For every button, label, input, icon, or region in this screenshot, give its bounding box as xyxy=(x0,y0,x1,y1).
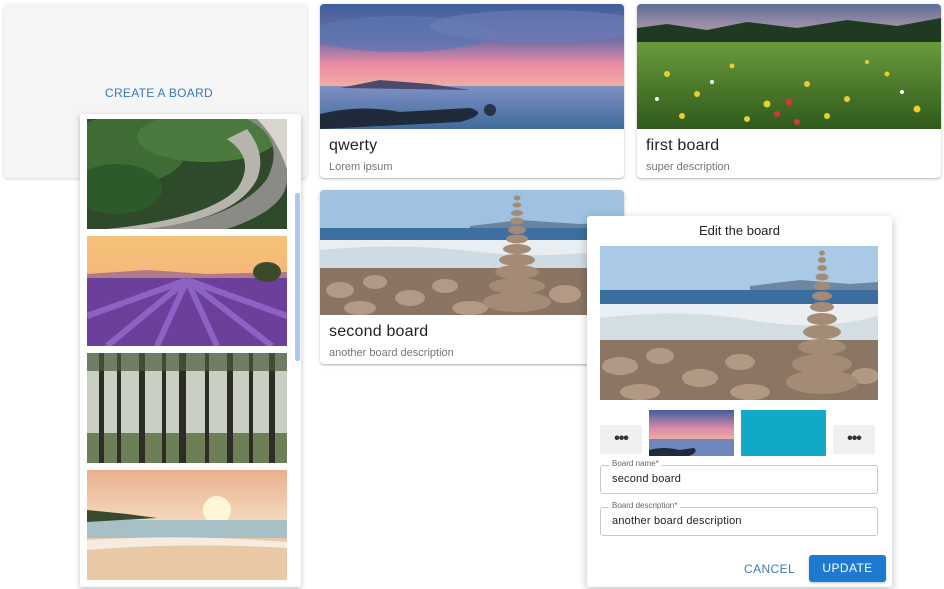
cancel-button[interactable]: CANCEL xyxy=(744,562,795,576)
dialog-preview-image xyxy=(600,246,878,400)
edit-board-dialog: Edit the board ••• ••• Board name* secon… xyxy=(587,216,892,587)
background-option-color[interactable] xyxy=(741,410,826,456)
picker-image-beach-sunrise[interactable] xyxy=(87,470,287,580)
board-name-label: Board name* xyxy=(609,459,662,468)
picker-image-lavender-field[interactable] xyxy=(87,236,287,346)
background-option-sunset-sea[interactable] xyxy=(649,410,734,456)
board-image-stone-stack-beach xyxy=(320,190,624,315)
board-image-flower-meadow xyxy=(637,4,941,129)
picker-image-forest-road[interactable] xyxy=(87,119,287,229)
board-description: super description xyxy=(646,161,730,173)
board-image-sunset-sea xyxy=(320,4,624,129)
more-images-button[interactable]: ••• xyxy=(600,425,642,454)
dialog-title: Edit the board xyxy=(699,223,780,238)
more-colors-button[interactable]: ••• xyxy=(833,425,875,454)
board-card-qwerty[interactable]: qwerty Lorem ipsum xyxy=(320,4,624,178)
board-description-label: Board description* xyxy=(609,501,681,510)
picker-scrollbar[interactable] xyxy=(295,193,300,361)
board-name-field: Board name* xyxy=(600,459,878,494)
boards-page: CREATE A BOARD qwerty Lorem ipsum first … xyxy=(0,0,944,589)
board-card-first-board[interactable]: first board super description xyxy=(637,4,941,178)
board-description: another board description xyxy=(329,347,454,359)
board-card-second-board[interactable]: second board another board description xyxy=(320,190,624,364)
create-board-button[interactable]: CREATE A BOARD xyxy=(105,86,213,100)
board-title: first board xyxy=(646,137,720,154)
board-description: Lorem ipsum xyxy=(329,161,393,173)
background-picker-panel[interactable] xyxy=(80,114,301,587)
update-button[interactable]: UPDATE xyxy=(809,555,886,582)
board-title: qwerty xyxy=(329,137,378,154)
picker-image-pine-forest[interactable] xyxy=(87,353,287,463)
board-description-input[interactable] xyxy=(612,515,867,527)
board-name-input[interactable] xyxy=(612,473,867,485)
board-title: second board xyxy=(329,323,429,340)
board-description-field: Board description* xyxy=(600,501,878,536)
